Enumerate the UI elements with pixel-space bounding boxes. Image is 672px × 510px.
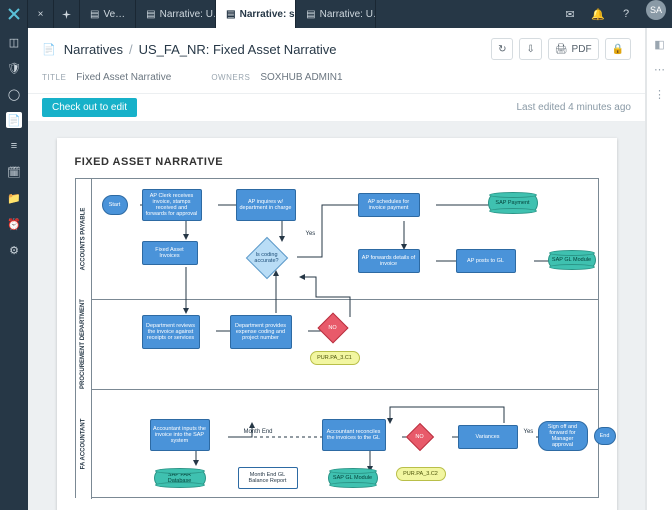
- node-fa3: NO: [408, 425, 432, 449]
- close-tab-button[interactable]: ×: [28, 0, 54, 28]
- node-ap6: Is coding accurate?: [250, 241, 284, 275]
- lane-fa: FA ACCOUNTANT: [76, 389, 92, 499]
- node-pd3: NO: [320, 315, 346, 341]
- node-ap9: SAP GL Module: [548, 251, 596, 269]
- checkout-button[interactable]: Check out to edit: [42, 98, 137, 117]
- doc-large-icon: 📄: [42, 43, 56, 56]
- lane-pd: PROCUREMENT DEPARTMENT: [76, 299, 92, 389]
- doc-title: Fixed Asset Narrative: [76, 72, 171, 83]
- node-fa5: Sign off and forward for Manager approva…: [538, 421, 588, 451]
- nav-calendar-icon[interactable]: 🗓: [6, 164, 22, 180]
- nav-refresh-icon[interactable]: ◯: [6, 86, 22, 102]
- nav-settings-icon[interactable]: ⚙: [6, 242, 22, 258]
- brand-logo[interactable]: [0, 0, 28, 28]
- doc-owner: SOXHUB ADMIN1: [260, 72, 342, 83]
- lane-ap: ACCOUNTS PAYABLE: [76, 179, 92, 299]
- node-ap8: AP posts to GL: [456, 249, 516, 273]
- document-page: FIXED ASSET NARRATIVE ACCOUNTS PAYABLE P…: [57, 138, 617, 510]
- node-fa1: Accountant inputs the invoice into the S…: [150, 419, 210, 451]
- node-fa2: Accountant reconciles the invoices to th…: [322, 419, 386, 451]
- tab-0[interactable]: ▤Ve…: [80, 0, 136, 28]
- crumb-root[interactable]: Narratives: [64, 42, 123, 57]
- rail-more-icon[interactable]: ⋮: [654, 88, 665, 101]
- node-farep: Month End GL Balance Report: [238, 467, 298, 489]
- nav-alarm-icon[interactable]: ⏰: [6, 216, 22, 232]
- rail-activity-icon[interactable]: ◧: [654, 38, 664, 51]
- bell-icon[interactable]: 🔔: [584, 0, 612, 28]
- crumb-title: US_FA_NR: Fixed Asset Narrative: [139, 42, 337, 57]
- node-ref2: PUR.PA_3.C2: [396, 467, 446, 481]
- doc-icon: ▤: [226, 9, 235, 20]
- tab-3[interactable]: ▤Narrative: U…: [296, 0, 376, 28]
- mail-icon[interactable]: ✉: [556, 0, 584, 28]
- rail-comments-icon[interactable]: ⋯: [654, 63, 665, 76]
- node-fa4: Variances: [458, 425, 518, 449]
- user-avatar[interactable]: SA: [646, 0, 666, 20]
- node-ap3: AP schedules for invoice payment: [358, 193, 420, 217]
- breadcrumb: Narratives / US_FA_NR: Fixed Asset Narra…: [64, 42, 337, 57]
- node-fa6: End: [594, 427, 616, 445]
- node-pd1: Department reviews the invoice against r…: [142, 315, 200, 349]
- nav-dashboard-icon[interactable]: ◫: [6, 34, 22, 50]
- nav-document-icon[interactable]: 📄: [6, 112, 22, 128]
- print-pdf-button[interactable]: 🖨 PDF: [548, 38, 599, 60]
- label-yes2: Yes: [524, 429, 534, 435]
- node-ap2: AP inquires w/ department in charge: [236, 189, 296, 221]
- node-ref1: PUR.PA_3.C1: [310, 351, 360, 365]
- node-start: Start: [102, 195, 128, 215]
- node-pd2: Department provides expense coding and p…: [230, 315, 292, 349]
- label-yes: Yes: [306, 231, 316, 237]
- lock-button[interactable]: 🔒: [605, 38, 631, 60]
- pin-tab-button[interactable]: [54, 0, 80, 28]
- refresh-button[interactable]: ↻: [491, 38, 513, 60]
- node-ap1: AP Clerk receives invoice, stamps receiv…: [142, 189, 202, 221]
- tab-2[interactable]: ▤Narrative: s…: [216, 0, 296, 28]
- download-button[interactable]: ⇩: [519, 38, 541, 60]
- node-ap7: AP forwards details of invoice: [358, 249, 420, 273]
- node-fadb: SAP FAR Database: [154, 469, 206, 487]
- last-edited: Last edited 4 minutes ago: [516, 102, 631, 113]
- label-monthend: Month End: [244, 429, 273, 435]
- doc-icon: ▤: [90, 9, 99, 20]
- node-ap5: Fixed Asset Invoices: [142, 241, 198, 265]
- doc-icon: ▤: [306, 9, 315, 20]
- help-icon[interactable]: ?: [612, 0, 640, 28]
- page-title: FIXED ASSET NARRATIVE: [75, 156, 599, 168]
- node-ap4: SAP Payment: [488, 193, 538, 213]
- tab-1[interactable]: ▤Narrative: U…: [136, 0, 216, 28]
- nav-shield-icon[interactable]: 🛡: [6, 60, 22, 76]
- nav-folder-icon[interactable]: 📁: [6, 190, 22, 206]
- doc-icon: ▤: [146, 9, 155, 20]
- node-fagl: SAP GL Module: [328, 469, 378, 487]
- nav-list-icon[interactable]: ≡: [6, 138, 22, 154]
- flowchart: ACCOUNTS PAYABLE PROCUREMENT DEPARTMENT …: [75, 178, 599, 498]
